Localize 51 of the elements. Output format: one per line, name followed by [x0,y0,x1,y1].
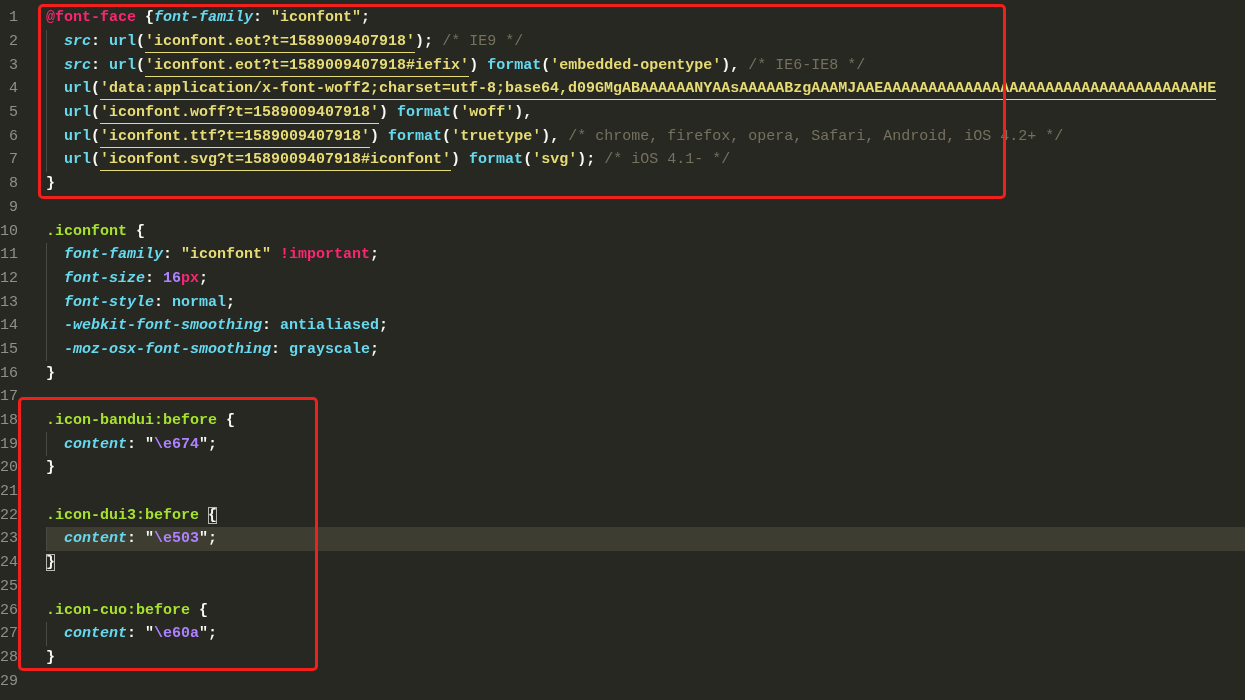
line-number: 18 [0,412,18,430]
code-line: .icon-dui3:before { [46,506,218,524]
code-line: src: url('iconfont.eot?t=1589009407918'); /* IE9 */ [64,33,524,51]
code-line: } [46,554,55,572]
code-line: .icon-bandui:before { [46,412,236,430]
code-line: -webkit-font-smoothing: antialiased; [64,317,389,335]
line-number: 28 [0,648,18,666]
code-line: } [46,459,55,477]
code-line: url('iconfont.svg?t=1589009407918#iconfont') format('svg'); /* iOS 4.1- */ [64,151,731,169]
line-number: 24 [0,554,18,572]
line-number: 20 [0,459,18,477]
line-number: 13 [0,293,18,311]
line-number: 11 [0,246,18,264]
code-line: .iconfont { [46,222,146,240]
code-line: font-style: normal; [64,293,236,311]
line-number: 14 [0,317,18,335]
line-number: 12 [0,269,18,287]
line-number: 19 [0,435,18,453]
line-number: 27 [0,625,18,643]
line-number: 29 [0,672,18,690]
code-line: src: url('iconfont.eot?t=1589009407918#iefix') format('embedded-opentype'), /* IE6-IE8 */ [64,56,866,74]
code-line: url('iconfont.woff?t=1589009407918') format('woff'), [64,104,533,122]
code-line: } [46,364,55,382]
code-line: content: "\e60a"; [64,625,218,643]
line-number: 1 [8,9,18,27]
line-number: 23 [0,530,18,548]
line-number: 3 [8,56,18,74]
code-line: font-size: 16px; [64,269,209,287]
line-number: 5 [8,104,18,122]
code-line: } [46,648,55,666]
code-line: } [46,175,55,193]
line-number: 6 [8,127,18,145]
line-number: 26 [0,601,18,619]
code-line: content: "\e503"; [64,530,218,548]
code-line: font-family: "iconfont" !important; [64,246,380,264]
line-number: 17 [0,388,18,406]
line-number: 9 [8,198,18,216]
line-number: 16 [0,364,18,382]
line-number: 22 [0,506,18,524]
code-line: @font-face {font-family: "iconfont"; [46,9,371,27]
code-line: .icon-cuo:before { [46,601,209,619]
line-number: 7 [8,151,18,169]
line-number: 4 [8,80,18,98]
line-number: 25 [0,577,18,595]
line-number: 2 [8,33,18,51]
code-line: content: "\e674"; [64,435,218,453]
line-number: 21 [0,483,18,501]
line-number: 15 [0,340,18,358]
line-number: 8 [8,175,18,193]
code-line: -moz-osx-font-smoothing: grayscale; [64,340,380,358]
line-number: 10 [0,222,18,240]
